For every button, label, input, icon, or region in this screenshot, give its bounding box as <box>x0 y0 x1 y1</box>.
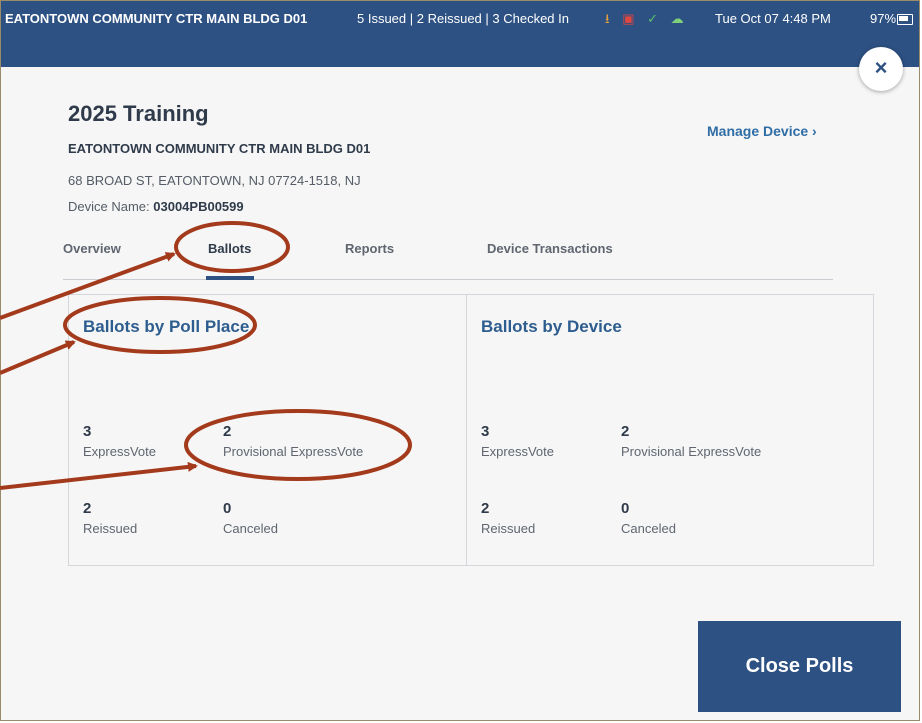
stat-value: 3 <box>83 423 92 440</box>
active-tab-indicator <box>206 276 254 280</box>
device-name-label: Device Name: <box>68 199 150 214</box>
ballots-by-device-card: Ballots by Device 3 ExpressVote 2 Provis… <box>466 294 874 566</box>
device-name-row: Device Name: 03004PB00599 <box>68 199 244 214</box>
close-polls-button[interactable]: Close Polls <box>698 621 901 712</box>
status-battery-level: 97% <box>870 11 897 26</box>
status-ballot-counts: 5 Issued | 2 Reissued | 3 Checked In <box>357 11 569 26</box>
status-site-name: EATONTOWN COMMUNITY CTR MAIN BLDG D01 <box>5 11 308 26</box>
stat-canceled: 0 Canceled <box>223 500 278 536</box>
stat-value: 2 <box>621 423 630 440</box>
tab-overview[interactable]: Overview <box>63 241 121 256</box>
stat-expressvote: 3 ExpressVote <box>83 423 156 459</box>
page-title: 2025 Training <box>68 101 209 126</box>
battery-icon <box>897 14 913 25</box>
printer-icon: ▣ <box>622 11 635 26</box>
stat-expressvote: 3 ExpressVote <box>481 423 554 459</box>
stat-reissued: 2 Reissued <box>481 500 535 536</box>
stat-value: 0 <box>621 500 630 517</box>
card-title: Ballots by Poll Place <box>83 317 250 336</box>
stat-value: 0 <box>223 500 232 517</box>
tab-bar: Overview Ballots Reports Device Transact… <box>63 241 833 280</box>
stat-label: Reissued <box>481 521 536 536</box>
tab-reports[interactable]: Reports <box>345 241 394 256</box>
stat-value: 2 <box>481 500 490 517</box>
check-icon: ✓ <box>647 11 659 26</box>
status-datetime: Tue Oct 07 4:48 PM <box>715 11 831 26</box>
stat-value: 3 <box>481 423 490 440</box>
stat-label: Provisional ExpressVote <box>621 444 762 459</box>
stat-provisional-expressvote: 2 Provisional ExpressVote <box>223 423 363 459</box>
stat-canceled: 0 Canceled <box>621 500 676 536</box>
card-title: Ballots by Device <box>481 317 622 336</box>
stat-label: ExpressVote <box>83 444 156 459</box>
ballots-by-poll-place-card: Ballots by Poll Place 3 ExpressVote 2 Pr… <box>68 294 476 566</box>
site-name: EATONTOWN COMMUNITY CTR MAIN BLDG D01 <box>68 141 371 156</box>
status-icons: ⭳ ▣ ✓ ☁ <box>605 10 693 32</box>
stat-reissued: 2 Reissued <box>83 500 137 536</box>
download-icon: ⭳ <box>605 11 610 26</box>
stat-label: ExpressVote <box>481 444 554 459</box>
stat-label: Canceled <box>621 521 676 536</box>
tab-device-transactions[interactable]: Device Transactions <box>487 241 613 256</box>
stat-value: 2 <box>223 423 232 440</box>
manage-device-link[interactable]: Manage Device › <box>707 123 817 139</box>
status-bar: EATONTOWN COMMUNITY CTR MAIN BLDG D01 5 … <box>1 1 919 67</box>
close-icon[interactable]: × <box>859 47 903 91</box>
device-name-value: 03004PB00599 <box>153 199 244 214</box>
site-address: 68 BROAD ST, EATONTOWN, NJ 07724-1518, N… <box>68 173 361 188</box>
stat-provisional-expressvote: 2 Provisional ExpressVote <box>621 423 761 459</box>
tab-ballots[interactable]: Ballots <box>208 241 251 256</box>
device-management-screen: EATONTOWN COMMUNITY CTR MAIN BLDG D01 5 … <box>0 0 920 721</box>
cloud-icon: ☁ <box>670 11 684 26</box>
stat-label: Canceled <box>223 521 278 536</box>
stat-value: 2 <box>83 500 92 517</box>
stat-label: Provisional ExpressVote <box>223 444 364 459</box>
stat-label: Reissued <box>83 521 138 536</box>
